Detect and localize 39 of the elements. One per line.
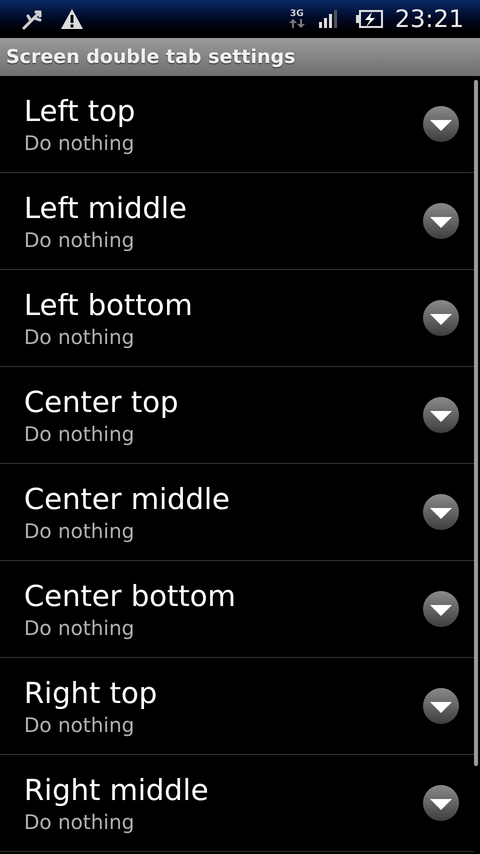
item-value: Do nothing: [24, 130, 136, 156]
item-value: Do nothing: [24, 227, 136, 253]
item-title: Center middle: [24, 481, 231, 518]
dropdown-icon[interactable]: [422, 590, 460, 628]
settings-item[interactable]: Left bottom Do nothing: [0, 270, 474, 367]
signal-icon: [318, 10, 339, 28]
settings-item[interactable]: Left middle Do nothing: [0, 173, 474, 270]
item-value: Do nothing: [24, 421, 136, 447]
settings-item[interactable]: Left top Do nothing: [0, 76, 474, 173]
dropdown-icon[interactable]: [422, 299, 460, 337]
item-title: Right middle: [24, 772, 210, 809]
settings-item[interactable]: Center bottom Do nothing: [0, 561, 474, 658]
settings-item[interactable]: Center top Do nothing: [0, 367, 474, 464]
data-arrows-icon: [288, 19, 305, 28]
item-title: Left middle: [24, 190, 188, 227]
item-value: Do nothing: [24, 712, 136, 738]
network-type: 3G: [290, 10, 304, 19]
item-title: Left bottom: [24, 287, 194, 324]
dropdown-icon[interactable]: [422, 105, 460, 143]
screen-title: Screen double tab settings: [6, 44, 296, 70]
settings-item[interactable]: Right top Do nothing: [0, 658, 474, 755]
item-title: Center bottom: [24, 578, 237, 615]
dropdown-icon[interactable]: [422, 784, 460, 822]
item-title: Center top: [24, 384, 180, 421]
item-title: Left top: [24, 93, 136, 130]
battery-charging-icon: [354, 10, 383, 28]
item-value: Do nothing: [24, 324, 136, 350]
dropdown-icon[interactable]: [422, 687, 460, 725]
dropdown-icon[interactable]: [422, 202, 460, 240]
warning-icon: [60, 8, 84, 30]
clock: 23:21: [394, 4, 464, 35]
item-value: Do nothing: [24, 809, 136, 835]
item-value: Do nothing: [24, 518, 136, 544]
dropdown-icon[interactable]: [422, 396, 460, 434]
settings-item[interactable]: Right middle Do nothing: [0, 755, 474, 852]
dropdown-icon[interactable]: [422, 493, 460, 531]
item-value: Do nothing: [24, 615, 136, 641]
settings-item[interactable]: Center middle Do nothing: [0, 464, 474, 561]
item-title: Right top: [24, 675, 158, 712]
